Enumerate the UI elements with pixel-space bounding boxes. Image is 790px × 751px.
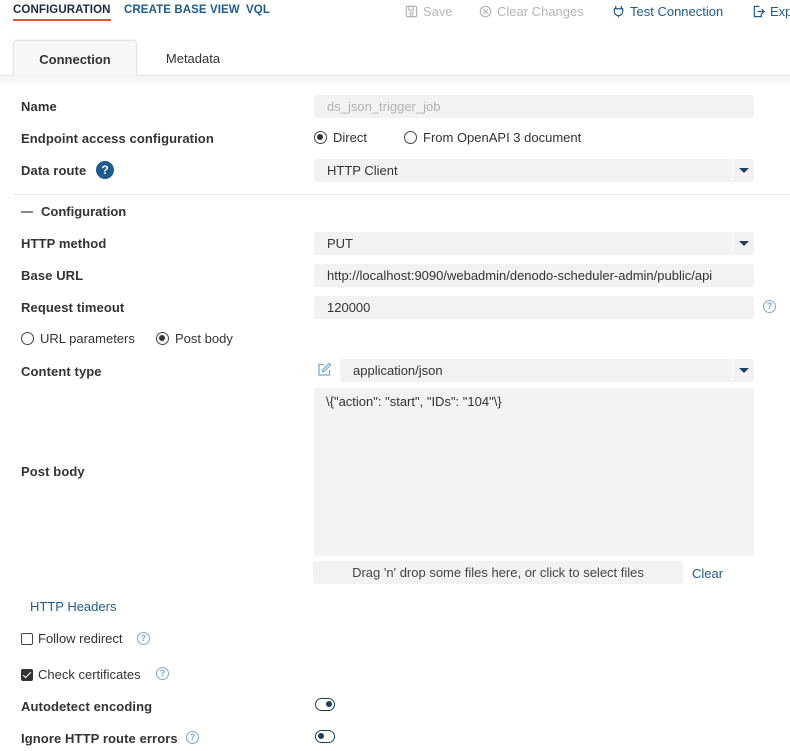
endpoint-openapi-label: From OpenAPI 3 document [423, 130, 582, 145]
panel-shade [0, 76, 790, 88]
http-method-label: HTTP method [21, 236, 107, 251]
url-parameters-radio[interactable]: URL parameters [21, 331, 135, 346]
clear-changes-button[interactable]: Clear Changes [479, 4, 584, 19]
tab-connection[interactable]: Connection [13, 40, 137, 76]
post-body-option-label: Post body [175, 331, 233, 346]
checkbox-checked-icon [21, 668, 33, 681]
export-button[interactable]: Exp [752, 4, 790, 19]
tab-vql[interactable]: VQL [246, 4, 270, 16]
url-parameters-label: URL parameters [40, 331, 135, 346]
post-body-textarea[interactable]: \{"action": "start", "IDs": "104"\} [314, 388, 754, 556]
collapse-icon [21, 210, 33, 213]
clear-link[interactable]: Clear [692, 566, 723, 581]
toggle-knob [326, 701, 332, 707]
ignore-http-route-errors-toggle[interactable] [315, 730, 335, 743]
chevron-down-icon [732, 232, 754, 255]
request-timeout-label: Request timeout [21, 300, 125, 315]
endpoint-direct-label: Direct [333, 130, 367, 145]
base-url-input[interactable]: http://localhost:9090/webadmin/denodo-sc… [314, 264, 754, 287]
file-dropzone[interactable]: Drag 'n' drop some files here, or click … [313, 561, 683, 584]
name-label: Name [21, 99, 57, 114]
top-bar: CONFIGURATION CREATE BASE VIEW VQL Save … [0, 0, 790, 28]
test-connection-button[interactable]: Test Connection [612, 4, 723, 19]
export-label: Exp [770, 4, 790, 19]
request-timeout-input[interactable]: 120000 [314, 296, 754, 319]
tab-strip: Connection Metadata [0, 40, 790, 76]
export-icon [753, 5, 765, 18]
post-body-label: Post body [21, 464, 85, 479]
follow-redirect-checkbox[interactable]: Follow redirect [21, 631, 123, 646]
base-url-label: Base URL [21, 268, 84, 283]
save-icon [405, 5, 418, 18]
radio-unselected-icon [404, 131, 417, 144]
tab-metadata[interactable]: Metadata [153, 40, 233, 76]
help-icon[interactable]: ? [763, 300, 776, 313]
divider [13, 194, 790, 195]
post-body-radio[interactable]: Post body [156, 331, 233, 346]
checkbox-unchecked-icon [21, 632, 33, 645]
edit-icon[interactable] [317, 362, 332, 377]
check-certificates-checkbox[interactable]: Check certificates [21, 667, 141, 682]
chevron-down-icon [732, 159, 754, 182]
plug-icon [613, 5, 624, 18]
name-field[interactable]: ds_json_trigger_job [314, 95, 754, 118]
data-route-value: HTTP Client [327, 163, 398, 178]
test-connection-label: Test Connection [630, 4, 724, 19]
save-button[interactable]: Save [405, 4, 453, 19]
save-label: Save [423, 4, 453, 19]
content-type-label: Content type [21, 364, 102, 379]
tab-create-base-view[interactable]: CREATE BASE VIEW [124, 4, 240, 16]
help-icon[interactable]: ? [186, 731, 199, 744]
http-method-select[interactable]: PUT [314, 232, 754, 255]
follow-redirect-label: Follow redirect [38, 631, 123, 646]
http-headers-link[interactable]: HTTP Headers [30, 599, 116, 614]
toggle-knob [318, 733, 324, 739]
check-certificates-label: Check certificates [38, 667, 141, 682]
radio-selected-icon [314, 131, 327, 144]
clear-icon [479, 5, 492, 18]
data-route-label: Data route [21, 163, 87, 178]
http-method-value: PUT [327, 236, 353, 251]
tab-configuration[interactable]: CONFIGURATION [13, 4, 111, 21]
connection-panel: Name ds_json_trigger_job Endpoint access… [0, 76, 790, 751]
help-icon[interactable]: ? [96, 161, 114, 179]
autodetect-encoding-label: Autodetect encoding [21, 699, 153, 714]
endpoint-label: Endpoint access configuration [21, 131, 214, 146]
clear-changes-label: Clear Changes [497, 4, 584, 19]
chevron-down-icon [732, 359, 754, 382]
endpoint-openapi-radio[interactable]: From OpenAPI 3 document [404, 130, 581, 145]
help-icon[interactable]: ? [137, 632, 150, 645]
radio-selected-icon [156, 332, 169, 345]
content-type-value: application/json [353, 363, 443, 378]
autodetect-encoding-toggle[interactable] [315, 698, 335, 711]
data-route-select[interactable]: HTTP Client [314, 159, 754, 182]
configuration-section-toggle[interactable]: Configuration [21, 204, 126, 219]
content-type-select[interactable]: application/json [340, 359, 754, 382]
endpoint-direct-radio[interactable]: Direct [314, 130, 367, 145]
ignore-http-route-errors-label: Ignore HTTP route errors [21, 731, 178, 746]
configuration-section-title: Configuration [41, 204, 127, 219]
help-icon[interactable]: ? [156, 667, 169, 680]
radio-unselected-icon [21, 332, 34, 345]
